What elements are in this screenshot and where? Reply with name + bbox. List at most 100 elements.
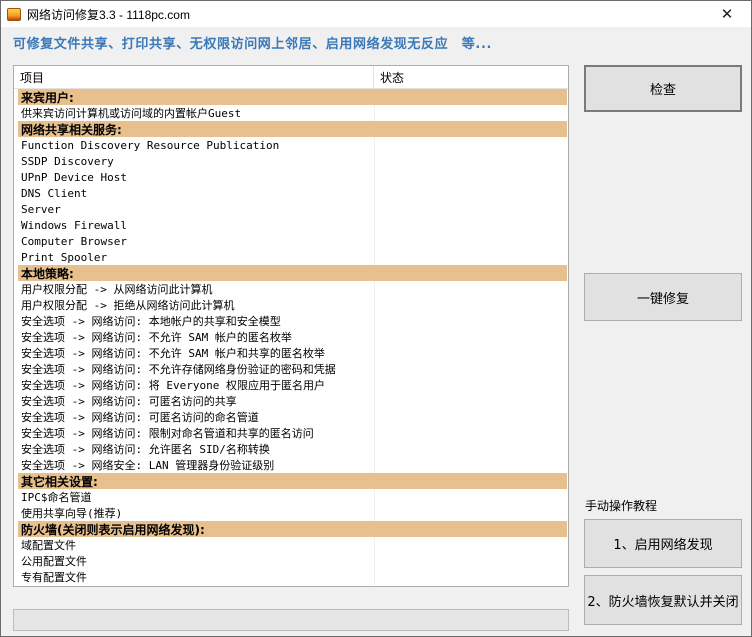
list-row[interactable]: UPnP Device Host bbox=[18, 169, 567, 185]
list-row[interactable]: 安全选项 -> 网络访问: 限制对命名管道和共享的匿名访问 bbox=[18, 425, 567, 441]
group-label: 来宾用户: bbox=[21, 90, 74, 105]
column-header-status[interactable]: 状态 bbox=[374, 66, 568, 88]
status-cell bbox=[375, 569, 567, 585]
list-row[interactable]: IPC$命名管道 bbox=[18, 489, 567, 505]
group-label: 其它相关设置: bbox=[21, 474, 98, 489]
list-row[interactable]: 域配置文件 bbox=[18, 537, 567, 553]
list-header: 项目 状态 bbox=[14, 66, 568, 89]
status-cell bbox=[375, 153, 567, 169]
item-label: 域配置文件 bbox=[18, 537, 375, 553]
column-header-item[interactable]: 项目 bbox=[14, 66, 374, 88]
group-label: 本地策略: bbox=[21, 266, 74, 281]
list-row[interactable]: 安全选项 -> 网络安全: LAN 管理器身份验证级别 bbox=[18, 457, 567, 473]
item-label: 用户权限分配 -> 拒绝从网络访问此计算机 bbox=[18, 297, 375, 313]
item-label: 专有配置文件 bbox=[18, 569, 375, 585]
status-cell bbox=[375, 169, 567, 185]
status-cell bbox=[375, 377, 567, 393]
enable-network-discovery-button[interactable]: 1、启用网络发现 bbox=[584, 519, 742, 568]
status-cell bbox=[375, 329, 567, 345]
tutorial-label: 手动操作教程 bbox=[585, 499, 658, 513]
status-cell bbox=[375, 313, 567, 329]
item-label: 安全选项 -> 网络访问: 可匿名访问的共享 bbox=[18, 393, 375, 409]
one-click-fix-button[interactable]: 一键修复 bbox=[584, 273, 742, 321]
status-cell bbox=[375, 441, 567, 457]
item-label: 安全选项 -> 网络访问: 可匿名访问的命名管道 bbox=[18, 409, 375, 425]
list-row[interactable]: Server bbox=[18, 201, 567, 217]
status-cell bbox=[375, 505, 567, 521]
item-label: 安全选项 -> 网络访问: 不允许存储网络身份验证的密码和凭据 bbox=[18, 361, 375, 377]
window-title: 网络访问修复3.3 - 1118pc.com bbox=[27, 7, 190, 22]
item-label: 安全选项 -> 网络访问: 不允许 SAM 帐户的匿名枚举 bbox=[18, 329, 375, 345]
close-button[interactable]: ✕ bbox=[705, 2, 749, 26]
item-label: 用户权限分配 -> 从网络访问此计算机 bbox=[18, 281, 375, 297]
items-listview[interactable]: 项目 状态 来宾用户: 供来宾访问计算机或访问域的内置帐户Guest 网络共享相关服… bbox=[13, 65, 569, 587]
list-row[interactable]: Print Spooler bbox=[18, 249, 567, 265]
list-row[interactable]: DNS Client bbox=[18, 185, 567, 201]
group-header-row[interactable]: 网络共享相关服务: bbox=[18, 121, 567, 137]
status-cell bbox=[375, 553, 567, 569]
status-cell bbox=[375, 393, 567, 409]
list-row[interactable]: 使用共享向导(推荐) bbox=[18, 505, 567, 521]
group-label: 网络共享相关服务: bbox=[21, 122, 122, 137]
list-row[interactable]: SSDP Discovery bbox=[18, 153, 567, 169]
item-label: Print Spooler bbox=[18, 249, 375, 265]
item-label: 安全选项 -> 网络访问: 将 Everyone 权限应用于匿名用户 bbox=[18, 377, 375, 393]
list-row[interactable]: 安全选项 -> 网络访问: 可匿名访问的共享 bbox=[18, 393, 567, 409]
status-cell bbox=[375, 89, 567, 105]
item-label: Function Discovery Resource Publication bbox=[18, 137, 375, 153]
item-label: SSDP Discovery bbox=[18, 153, 375, 169]
list-body: 来宾用户: 供来宾访问计算机或访问域的内置帐户Guest 网络共享相关服务: Func… bbox=[18, 89, 567, 585]
item-label: 安全选项 -> 网络访问: 不允许 SAM 帐户和共享的匿名枚举 bbox=[18, 345, 375, 361]
status-cell bbox=[375, 489, 567, 505]
list-row[interactable]: 安全选项 -> 网络访问: 本地帐户的共享和安全模型 bbox=[18, 313, 567, 329]
list-row[interactable]: 专有配置文件 bbox=[18, 569, 567, 585]
status-cell bbox=[375, 121, 567, 137]
item-label: 供来宾访问计算机或访问域的内置帐户Guest bbox=[18, 105, 375, 121]
item-label: 安全选项 -> 网络安全: LAN 管理器身份验证级别 bbox=[18, 457, 375, 473]
list-row[interactable]: Computer Browser bbox=[18, 233, 567, 249]
title-bar[interactable]: 网络访问修复3.3 - 1118pc.com ✕ bbox=[1, 1, 751, 27]
status-cell bbox=[375, 361, 567, 377]
status-cell bbox=[375, 409, 567, 425]
item-label: Server bbox=[18, 201, 375, 217]
group-header-row[interactable]: 其它相关设置: bbox=[18, 473, 567, 489]
progress-bar bbox=[13, 609, 569, 631]
list-row[interactable]: 安全选项 -> 网络访问: 将 Everyone 权限应用于匿名用户 bbox=[18, 377, 567, 393]
item-label: DNS Client bbox=[18, 185, 375, 201]
status-cell bbox=[375, 201, 567, 217]
list-row[interactable]: 安全选项 -> 网络访问: 不允许 SAM 帐户和共享的匿名枚举 bbox=[18, 345, 567, 361]
list-row[interactable]: 安全选项 -> 网络访问: 不允许 SAM 帐户的匿名枚举 bbox=[18, 329, 567, 345]
status-cell bbox=[375, 537, 567, 553]
status-cell bbox=[375, 249, 567, 265]
item-label: 使用共享向导(推荐) bbox=[18, 505, 375, 521]
list-row[interactable]: 安全选项 -> 网络访问: 允许匿名 SID/名称转换 bbox=[18, 441, 567, 457]
status-cell bbox=[375, 521, 567, 537]
main-window: 网络访问修复3.3 - 1118pc.com ✕ 可修复文件共享、打印共享、无权… bbox=[0, 0, 752, 637]
check-button[interactable]: 检查 bbox=[584, 65, 742, 112]
status-cell bbox=[375, 425, 567, 441]
status-cell bbox=[375, 137, 567, 153]
list-row[interactable]: Windows Firewall bbox=[18, 217, 567, 233]
restore-firewall-button[interactable]: 2、防火墙恢复默认并关闭 bbox=[584, 575, 742, 625]
group-header-row[interactable]: 防火墙(关闭则表示启用网络发现): bbox=[18, 521, 567, 537]
status-cell bbox=[375, 345, 567, 361]
item-label: IPC$命名管道 bbox=[18, 489, 375, 505]
toolbox-icon bbox=[7, 7, 21, 21]
list-row[interactable]: Function Discovery Resource Publication bbox=[18, 137, 567, 153]
list-row[interactable]: 用户权限分配 -> 从网络访问此计算机 bbox=[18, 281, 567, 297]
list-row[interactable]: 用户权限分配 -> 拒绝从网络访问此计算机 bbox=[18, 297, 567, 313]
group-label: 防火墙(关闭则表示启用网络发现): bbox=[21, 522, 205, 537]
list-row[interactable]: 公用配置文件 bbox=[18, 553, 567, 569]
item-label: UPnP Device Host bbox=[18, 169, 375, 185]
status-cell bbox=[375, 281, 567, 297]
list-row[interactable]: 供来宾访问计算机或访问域的内置帐户Guest bbox=[18, 105, 567, 121]
group-header-row[interactable]: 本地策略: bbox=[18, 265, 567, 281]
item-label: 安全选项 -> 网络访问: 限制对命名管道和共享的匿名访问 bbox=[18, 425, 375, 441]
group-header-row[interactable]: 来宾用户: bbox=[18, 89, 567, 105]
list-row[interactable]: 安全选项 -> 网络访问: 可匿名访问的命名管道 bbox=[18, 409, 567, 425]
list-row[interactable]: 安全选项 -> 网络访问: 不允许存储网络身份验证的密码和凭据 bbox=[18, 361, 567, 377]
feature-headline: 可修复文件共享、打印共享、无权限访问网上邻居、启用网络发现无反应 等... bbox=[13, 37, 493, 52]
item-label: 安全选项 -> 网络访问: 允许匿名 SID/名称转换 bbox=[18, 441, 375, 457]
status-cell bbox=[375, 265, 567, 281]
status-cell bbox=[375, 105, 567, 121]
